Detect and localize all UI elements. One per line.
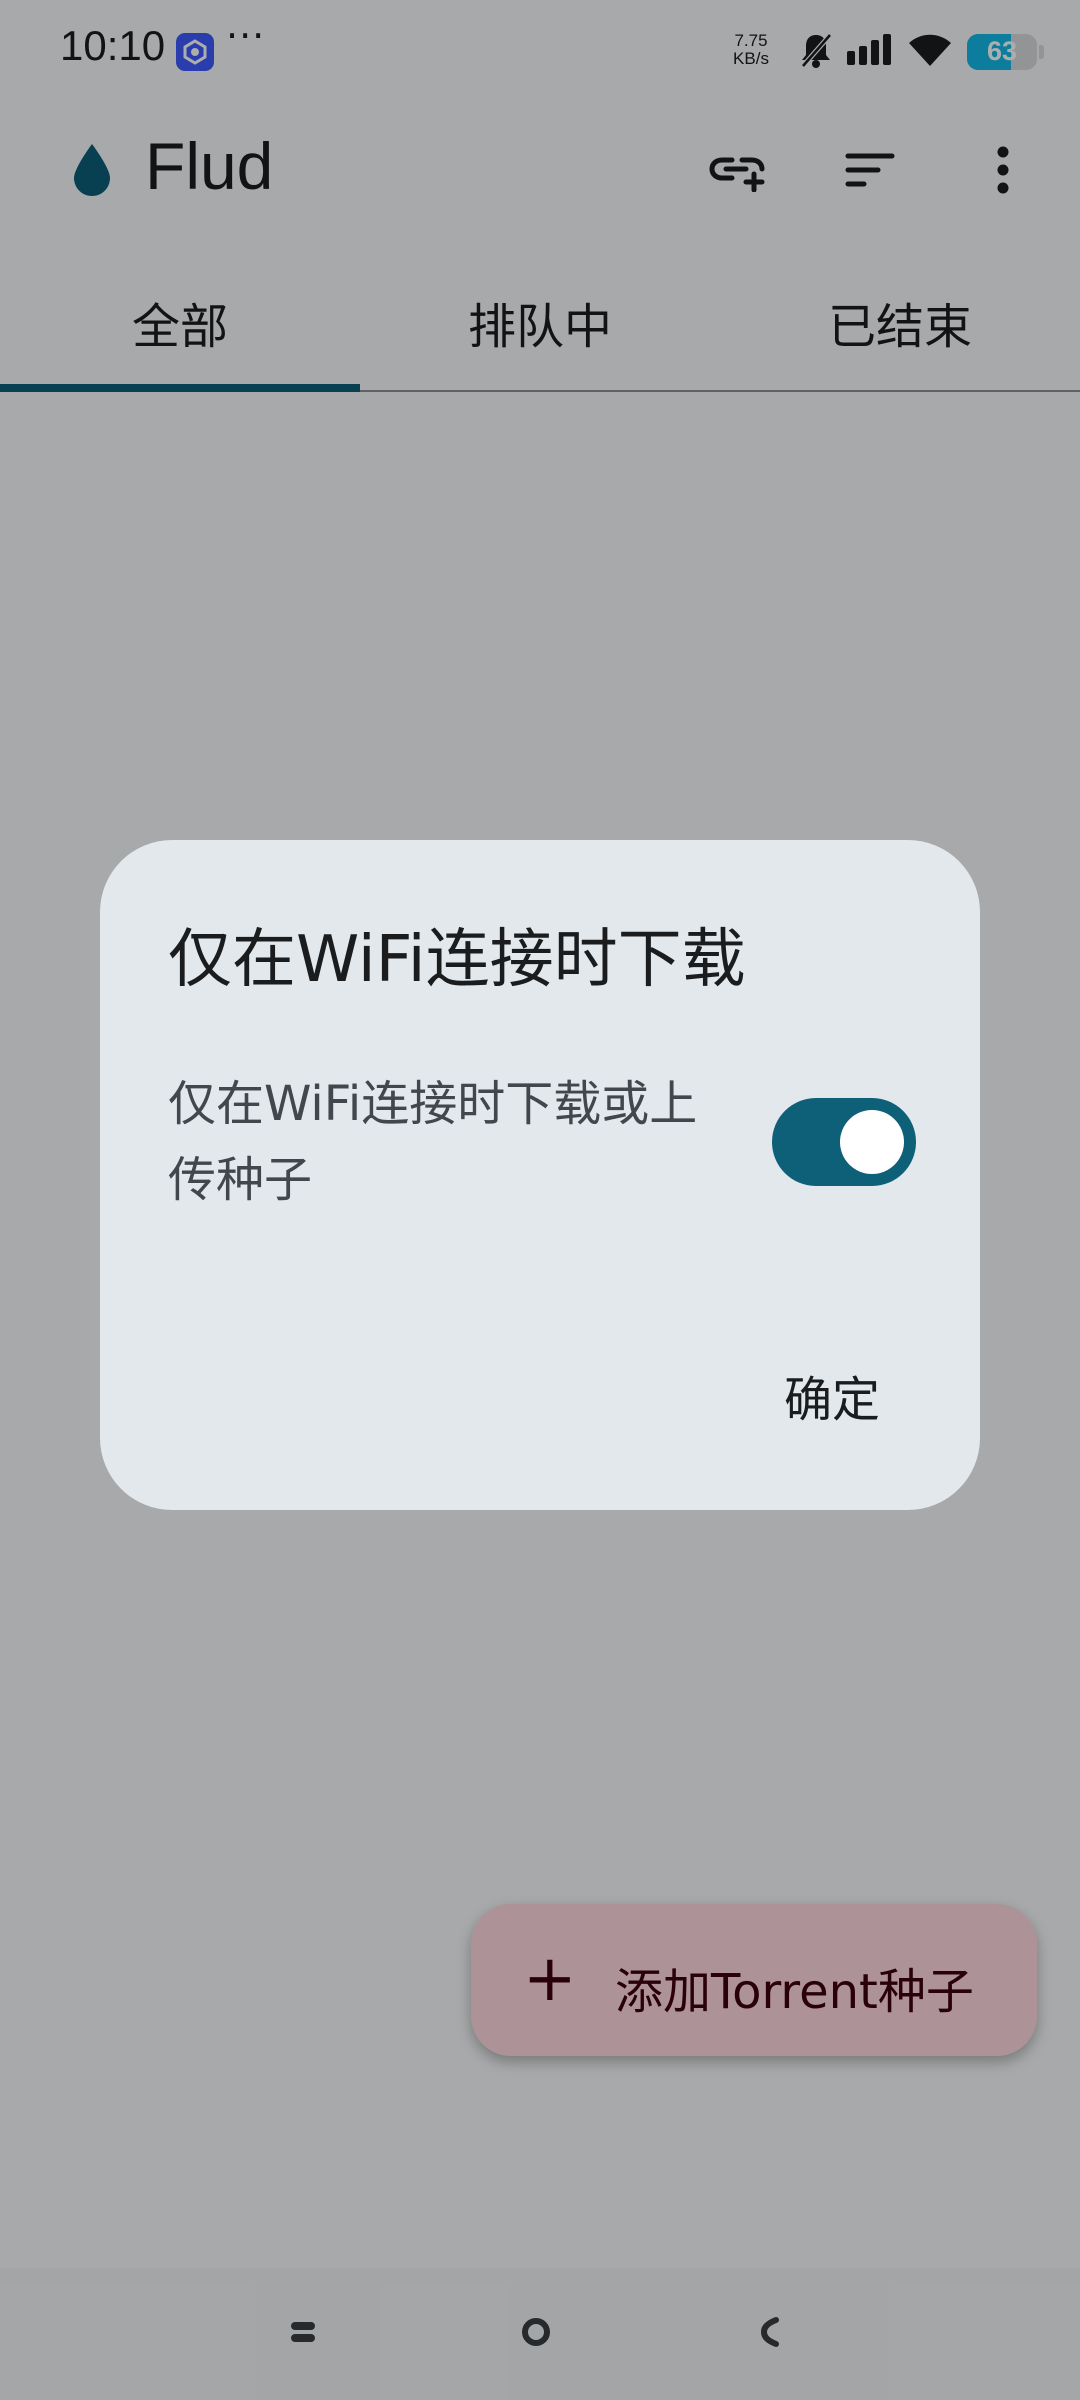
toggle-thumb	[840, 1110, 904, 1174]
wifi-only-dialog: 仅在WiFi连接时下载 仅在WiFi连接时下载或上传种子 确定	[100, 840, 980, 1510]
confirm-button[interactable]: 确定	[774, 1352, 890, 1438]
dialog-title: 仅在WiFi连接时下载	[168, 923, 746, 997]
wifi-only-toggle[interactable]	[772, 1098, 916, 1186]
dialog-text: 仅在WiFi连接时下载或上传种子	[168, 1076, 698, 1208]
